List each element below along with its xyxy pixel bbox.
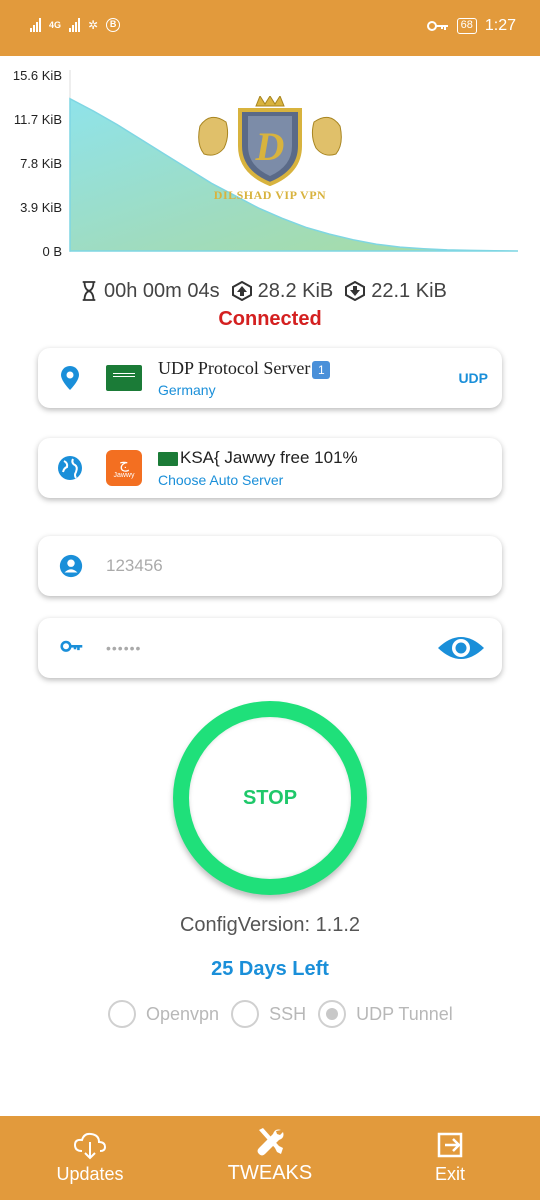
password-field-card[interactable]: •••••• [38,618,502,678]
tools-icon [257,1128,284,1156]
logo-crest-icon: D [198,96,342,186]
mode-ssh-label: SSH [269,1003,307,1024]
protocol-tag: UDP [458,370,488,386]
download-value: 22.1 KiB [371,279,447,302]
app-logo: D DILSHAD VIP VPN [190,96,350,216]
battery-indicator: 68 [456,18,477,34]
key-icon [60,640,83,652]
server-country: Germany [158,382,216,398]
logo-text: DILSHAD VIP VPN [213,188,327,202]
stop-button[interactable]: STOP [173,701,367,895]
y-tick-label: 7.8 KiB [20,156,62,171]
exit-icon [437,1132,463,1158]
y-tick-label: 15.6 KiB [13,68,62,83]
radio-circle-checked[interactable] [318,1000,347,1028]
jawwy-logo: ج Jawwy [106,450,142,486]
saudi-flag-icon [106,365,142,391]
mode-ssh[interactable]: SSH [231,1000,306,1028]
nav-tweaks[interactable]: TWEAKS [210,1116,330,1200]
username-input[interactable] [106,556,406,576]
bottom-nav: Updates TWEAKS Exit [0,1116,540,1200]
nav-tweaks-label: TWEAKS [227,1162,313,1184]
days-left: 25 Days Left [211,958,329,980]
globe-icon [58,456,82,480]
nav-updates-label: Updates [56,1164,124,1184]
user-icon [59,554,83,578]
hourglass-icon [82,281,96,301]
server-selector[interactable]: UDP Protocol Server 1 Germany UDP [38,348,502,408]
upload-value: 28.2 KiB [257,279,334,302]
upload-icon [231,281,252,301]
username-field-card[interactable] [38,536,502,596]
duration-value: 00h 00m 04s [104,279,220,302]
vpn-key-icon [426,21,448,31]
connection-status: Connected [218,308,322,330]
sync-icon: ✲ [88,18,99,32]
stop-button-label: STOP [242,787,298,809]
cloud-download-icon [73,1132,107,1160]
signal-icon [30,18,41,32]
location-pin-icon [61,366,79,390]
network-subtitle: Choose Auto Server [158,472,284,488]
radio-circle[interactable] [231,1000,260,1028]
signal-icon-2 [69,18,81,32]
config-version: ConfigVersion: 1.1.2 [179,914,361,936]
status-left: 4G ✲ B [30,18,121,32]
y-tick-label: 11.7 KiB [14,112,62,127]
mode-openvpn[interactable]: Openvpn [108,1000,219,1028]
show-password-eye-icon[interactable] [436,630,486,666]
stats-row: 00h 00m 04s 28.2 KiB 22.1 KiB [80,276,480,306]
y-tick-label: 3.9 KiB [20,200,62,215]
mode-openvpn-label: Openvpn [146,1003,220,1024]
status-bar: 4G ✲ B 68 1:27 [0,0,540,56]
mode-udp-tunnel-label: UDP Tunnel [356,1003,453,1024]
download-icon [345,281,366,301]
server-title: UDP Protocol Server 1 [158,358,331,379]
logo-initial: D [255,124,285,169]
nav-exit-label: Exit [434,1164,465,1184]
nav-updates[interactable]: Updates [40,1116,140,1200]
b-icon: B [106,18,121,32]
network-selector[interactable]: ج Jawwy KSA{ Jawwy free 101% Choose Auto … [38,438,502,498]
y-tick-label: 0 B [42,244,62,259]
keycap-digit-icon: 1 [312,360,331,379]
clock: 1:27 [484,17,516,34]
password-input[interactable]: •••••• [106,640,406,656]
network-title: KSA{ Jawwy free 101% [158,448,358,468]
status-right: 68 1:27 [426,17,516,35]
saudi-flag-emoji [158,451,178,466]
traffic-chart: 15.6 KiB 11.7 KiB 7.8 KiB 3.9 KiB 0 B D DILS… [0,56,540,266]
mode-radio-group: Openvpn SSH UDP Tunnel [108,1000,465,1028]
nav-exit[interactable]: Exit [400,1116,500,1200]
mode-udp-tunnel[interactable]: UDP Tunnel [318,1000,453,1028]
network-type: 4G [49,20,62,30]
radio-circle[interactable] [108,1000,136,1028]
